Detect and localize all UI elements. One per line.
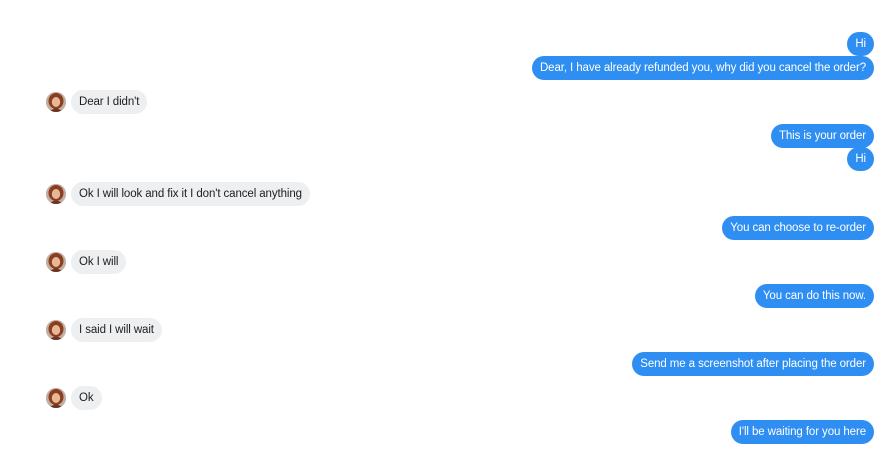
user-avatar-icon[interactable] [46, 184, 66, 204]
incoming-message-bubble[interactable]: I said I will wait [71, 318, 162, 342]
chat-thread: Hi Dear, I have already refunded you, wh… [0, 0, 891, 454]
message-row-outgoing: Hi [0, 32, 891, 56]
user-avatar-icon[interactable] [46, 388, 66, 408]
message-row-incoming: Ok I will look and fix it I don't cancel… [0, 182, 891, 206]
incoming-message-bubble[interactable]: Ok I will [71, 250, 127, 274]
message-row-outgoing: This is your order [0, 124, 891, 148]
message-row-outgoing: You can choose to re-order [0, 216, 891, 240]
outgoing-message-bubble[interactable]: You can choose to re-order [722, 216, 874, 240]
message-row-incoming: Ok I will [0, 250, 891, 274]
message-row-incoming: I said I will wait [0, 318, 891, 342]
incoming-message-bubble[interactable]: Ok [71, 386, 102, 410]
message-row-outgoing: Send me a screenshot after placing the o… [0, 352, 891, 376]
user-avatar-icon[interactable] [46, 92, 66, 112]
message-row-outgoing: Hi [0, 147, 891, 171]
incoming-message-bubble[interactable]: Ok I will look and fix it I don't cancel… [71, 182, 310, 206]
outgoing-message-bubble[interactable]: Send me a screenshot after placing the o… [632, 352, 874, 376]
message-row-outgoing: I'll be waiting for you here [0, 420, 891, 444]
outgoing-message-bubble[interactable]: I'll be waiting for you here [730, 420, 874, 444]
message-row-incoming: Dear I didn't [0, 90, 891, 114]
outgoing-message-bubble[interactable]: This is your order [770, 124, 874, 148]
outgoing-message-bubble[interactable]: Dear, I have already refunded you, why d… [531, 56, 874, 80]
message-row-incoming: Ok [0, 386, 891, 410]
outgoing-message-bubble[interactable]: Hi [847, 147, 874, 171]
message-row-outgoing: You can do this now. [0, 284, 891, 308]
user-avatar-icon[interactable] [46, 320, 66, 340]
message-row-outgoing: Dear, I have already refunded you, why d… [0, 56, 891, 80]
outgoing-message-bubble[interactable]: You can do this now. [754, 284, 874, 308]
incoming-message-bubble[interactable]: Dear I didn't [71, 90, 148, 114]
outgoing-message-bubble[interactable]: Hi [847, 32, 874, 56]
user-avatar-icon[interactable] [46, 252, 66, 272]
